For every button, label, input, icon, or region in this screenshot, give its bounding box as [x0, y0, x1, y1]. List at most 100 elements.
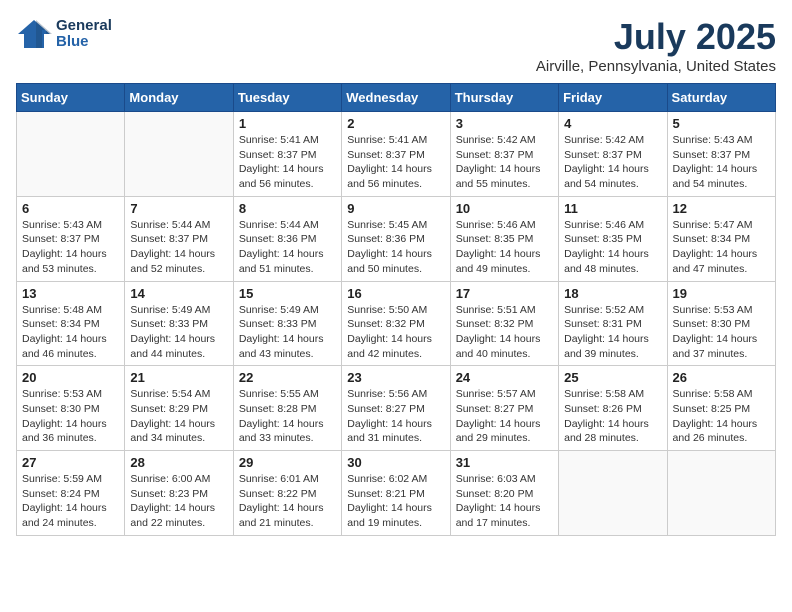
weekday-header-row: SundayMondayTuesdayWednesdayThursdayFrid… — [17, 84, 776, 112]
day-number: 25 — [564, 370, 661, 385]
weekday-header-friday: Friday — [559, 84, 667, 112]
weekday-header-saturday: Saturday — [667, 84, 775, 112]
day-number: 17 — [456, 286, 553, 301]
day-number: 14 — [130, 286, 227, 301]
day-info: Sunrise: 6:03 AM Sunset: 8:20 PM Dayligh… — [456, 472, 553, 531]
calendar-empty — [125, 112, 233, 197]
day-info: Sunrise: 5:46 AM Sunset: 8:35 PM Dayligh… — [456, 218, 553, 277]
calendar-day-6: 6Sunrise: 5:43 AM Sunset: 8:37 PM Daylig… — [17, 196, 125, 281]
day-info: Sunrise: 6:00 AM Sunset: 8:23 PM Dayligh… — [130, 472, 227, 531]
day-number: 11 — [564, 201, 661, 216]
day-info: Sunrise: 5:57 AM Sunset: 8:27 PM Dayligh… — [456, 387, 553, 446]
logo: General Blue — [16, 16, 112, 52]
day-info: Sunrise: 5:58 AM Sunset: 8:26 PM Dayligh… — [564, 387, 661, 446]
calendar-day-7: 7 Sunrise: 5:44 AM Sunset: 8:37 PM Daylig… — [125, 196, 233, 281]
calendar-day-8: 8 Sunrise: 5:44 AM Sunset: 8:36 PM Daylig… — [233, 196, 341, 281]
calendar-week-2: 6Sunrise: 5:43 AM Sunset: 8:37 PM Daylig… — [17, 196, 776, 281]
calendar-day-16: 16Sunrise: 5:50 AM Sunset: 8:32 PM Dayli… — [342, 281, 450, 366]
day-info: Sunrise: 5:51 AM Sunset: 8:32 PM Dayligh… — [456, 303, 553, 362]
day-info: Sunrise: 5:56 AM Sunset: 8:27 PM Dayligh… — [347, 387, 444, 446]
calendar-day-26: 26Sunrise: 5:58 AM Sunset: 8:25 PM Dayli… — [667, 366, 775, 451]
day-number: 24 — [456, 370, 553, 385]
calendar-day-27: 27 Sunrise: 5:59 AM Sunset: 8:24 PM Dayli… — [17, 451, 125, 536]
day-info: Sunrise: 5:42 AM Sunset: 8:37 PM Dayligh… — [564, 133, 661, 192]
day-info: Sunrise: 5:41 AM Sunset: 8:37 PM Dayligh… — [347, 133, 444, 192]
calendar-day-3: 3Sunrise: 5:42 AM Sunset: 8:37 PM Daylig… — [450, 112, 558, 197]
day-number: 22 — [239, 370, 336, 385]
calendar-empty — [667, 451, 775, 536]
day-number: 27 — [22, 455, 119, 470]
day-info: Sunrise: 5:48 AM Sunset: 8:34 PM Dayligh… — [22, 303, 119, 362]
weekday-header-wednesday: Wednesday — [342, 84, 450, 112]
day-info: Sunrise: 5:43 AM Sunset: 8:37 PM Dayligh… — [673, 133, 770, 192]
day-info: Sunrise: 5:55 AM Sunset: 8:28 PM Dayligh… — [239, 387, 336, 446]
weekday-header-sunday: Sunday — [17, 84, 125, 112]
calendar-day-30: 30 Sunrise: 6:02 AM Sunset: 8:21 PM Dayli… — [342, 451, 450, 536]
location: Airville, Pennsylvania, United States — [536, 58, 776, 75]
day-info: Sunrise: 5:47 AM Sunset: 8:34 PM Dayligh… — [673, 218, 770, 277]
title-block: July 2025 Airville, Pennsylvania, United… — [536, 16, 776, 75]
weekday-header-monday: Monday — [125, 84, 233, 112]
day-info: Sunrise: 5:59 AM Sunset: 8:24 PM Dayligh… — [22, 472, 119, 531]
day-number: 23 — [347, 370, 444, 385]
day-number: 28 — [130, 455, 227, 470]
day-info: Sunrise: 5:53 AM Sunset: 8:30 PM Dayligh… — [673, 303, 770, 362]
day-number: 20 — [22, 370, 119, 385]
calendar-day-20: 20 Sunrise: 5:53 AM Sunset: 8:30 PM Dayli… — [17, 366, 125, 451]
day-number: 31 — [456, 455, 553, 470]
calendar-week-4: 20 Sunrise: 5:53 AM Sunset: 8:30 PM Dayli… — [17, 366, 776, 451]
calendar-day-1: 1Sunrise: 5:41 AM Sunset: 8:37 PM Daylig… — [233, 112, 341, 197]
day-info: Sunrise: 6:02 AM Sunset: 8:21 PM Dayligh… — [347, 472, 444, 531]
calendar-day-24: 24 Sunrise: 5:57 AM Sunset: 8:27 PM Dayli… — [450, 366, 558, 451]
calendar-day-25: 25 Sunrise: 5:58 AM Sunset: 8:26 PM Dayli… — [559, 366, 667, 451]
calendar-table: SundayMondayTuesdayWednesdayThursdayFrid… — [16, 83, 776, 536]
calendar-day-28: 28 Sunrise: 6:00 AM Sunset: 8:23 PM Dayli… — [125, 451, 233, 536]
day-number: 12 — [673, 201, 770, 216]
day-info: Sunrise: 5:52 AM Sunset: 8:31 PM Dayligh… — [564, 303, 661, 362]
day-number: 4 — [564, 116, 661, 131]
calendar-day-22: 22 Sunrise: 5:55 AM Sunset: 8:28 PM Dayli… — [233, 366, 341, 451]
calendar-day-2: 2 Sunrise: 5:41 AM Sunset: 8:37 PM Daylig… — [342, 112, 450, 197]
calendar-day-4: 4 Sunrise: 5:42 AM Sunset: 8:37 PM Daylig… — [559, 112, 667, 197]
calendar-week-3: 13 Sunrise: 5:48 AM Sunset: 8:34 PM Dayli… — [17, 281, 776, 366]
day-info: Sunrise: 5:44 AM Sunset: 8:37 PM Dayligh… — [130, 218, 227, 277]
day-number: 19 — [673, 286, 770, 301]
day-number: 10 — [456, 201, 553, 216]
day-info: Sunrise: 5:42 AM Sunset: 8:37 PM Dayligh… — [456, 133, 553, 192]
calendar-week-1: 1Sunrise: 5:41 AM Sunset: 8:37 PM Daylig… — [17, 112, 776, 197]
day-number: 8 — [239, 201, 336, 216]
day-number: 30 — [347, 455, 444, 470]
day-number: 13 — [22, 286, 119, 301]
calendar-day-17: 17 Sunrise: 5:51 AM Sunset: 8:32 PM Dayli… — [450, 281, 558, 366]
calendar-day-12: 12 Sunrise: 5:47 AM Sunset: 8:34 PM Dayli… — [667, 196, 775, 281]
logo-icon — [16, 16, 52, 52]
day-info: Sunrise: 5:53 AM Sunset: 8:30 PM Dayligh… — [22, 387, 119, 446]
calendar-day-29: 29Sunrise: 6:01 AM Sunset: 8:22 PM Dayli… — [233, 451, 341, 536]
calendar-week-5: 27 Sunrise: 5:59 AM Sunset: 8:24 PM Dayli… — [17, 451, 776, 536]
day-number: 15 — [239, 286, 336, 301]
day-info: Sunrise: 5:46 AM Sunset: 8:35 PM Dayligh… — [564, 218, 661, 277]
day-info: Sunrise: 5:54 AM Sunset: 8:29 PM Dayligh… — [130, 387, 227, 446]
month-title: July 2025 — [536, 16, 776, 58]
calendar-day-11: 11 Sunrise: 5:46 AM Sunset: 8:35 PM Dayli… — [559, 196, 667, 281]
calendar-day-5: 5Sunrise: 5:43 AM Sunset: 8:37 PM Daylig… — [667, 112, 775, 197]
calendar-day-14: 14 Sunrise: 5:49 AM Sunset: 8:33 PM Dayli… — [125, 281, 233, 366]
day-info: Sunrise: 5:49 AM Sunset: 8:33 PM Dayligh… — [130, 303, 227, 362]
calendar-day-23: 23 Sunrise: 5:56 AM Sunset: 8:27 PM Dayli… — [342, 366, 450, 451]
calendar-day-18: 18Sunrise: 5:52 AM Sunset: 8:31 PM Dayli… — [559, 281, 667, 366]
day-number: 26 — [673, 370, 770, 385]
calendar-day-10: 10 Sunrise: 5:46 AM Sunset: 8:35 PM Dayli… — [450, 196, 558, 281]
day-number: 7 — [130, 201, 227, 216]
calendar-day-9: 9 Sunrise: 5:45 AM Sunset: 8:36 PM Daylig… — [342, 196, 450, 281]
day-info: Sunrise: 5:44 AM Sunset: 8:36 PM Dayligh… — [239, 218, 336, 277]
calendar-day-31: 31 Sunrise: 6:03 AM Sunset: 8:20 PM Dayli… — [450, 451, 558, 536]
day-number: 21 — [130, 370, 227, 385]
day-number: 9 — [347, 201, 444, 216]
weekday-header-thursday: Thursday — [450, 84, 558, 112]
calendar-day-19: 19 Sunrise: 5:53 AM Sunset: 8:30 PM Dayli… — [667, 281, 775, 366]
calendar-empty — [17, 112, 125, 197]
day-number: 2 — [347, 116, 444, 131]
day-info: Sunrise: 5:45 AM Sunset: 8:36 PM Dayligh… — [347, 218, 444, 277]
calendar-empty — [559, 451, 667, 536]
calendar-day-13: 13 Sunrise: 5:48 AM Sunset: 8:34 PM Dayli… — [17, 281, 125, 366]
